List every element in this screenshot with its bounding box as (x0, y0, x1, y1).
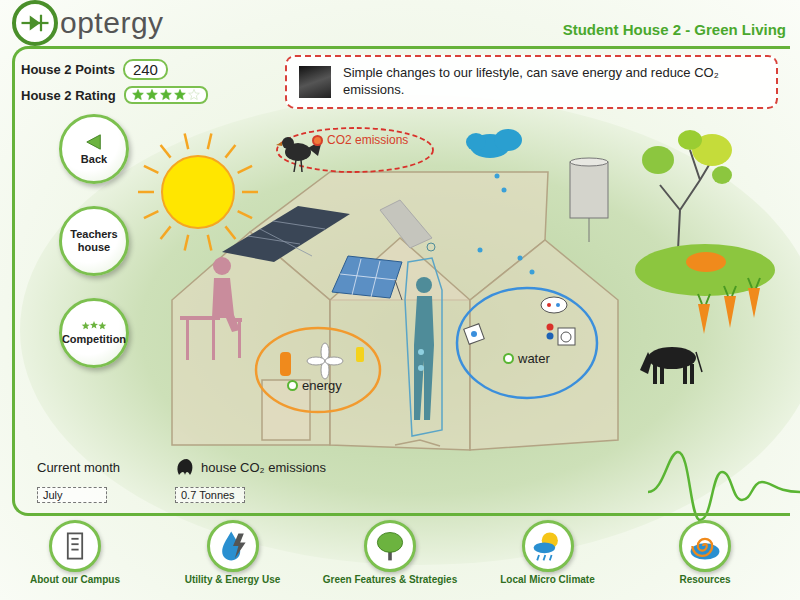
month-label: Current month (37, 457, 175, 477)
shower-photo (299, 66, 331, 98)
page-title: Student House 2 - Green Living (563, 21, 786, 38)
star-icon (188, 89, 200, 101)
content-frame: House 2 Points 240 House 2 Rating Back T… (12, 46, 790, 516)
star-icon (146, 89, 158, 101)
house-outline (172, 172, 618, 450)
water-dot-icon (503, 353, 514, 364)
cow-icon (640, 347, 702, 384)
resources-icon (679, 520, 731, 572)
month-value: July (37, 487, 107, 503)
co2-dot-icon (312, 135, 323, 146)
solar-collector-icon (332, 256, 402, 300)
campus-icon (49, 520, 101, 572)
back-arrow-icon (85, 133, 103, 151)
stars-icon (81, 321, 107, 331)
rating-stars (124, 86, 208, 104)
water-ring (457, 288, 597, 398)
vegetable-garden-icon (635, 244, 775, 334)
water-tank-icon (570, 158, 608, 242)
skylight-icon (380, 200, 432, 248)
tip-message: Simple changes to our lifestyle, can sav… (285, 55, 778, 109)
house-button[interactable]: Teachers house (59, 206, 129, 276)
solar-panel-icon (222, 206, 350, 262)
monthly-info: Current month house CO₂ emissions July 0… (15, 457, 790, 513)
utility-icon (207, 520, 259, 572)
heater-icon (280, 352, 291, 376)
emissions-label: house CO₂ emissions (175, 457, 326, 477)
climate-icon (522, 520, 574, 572)
points-value: 240 (123, 59, 168, 80)
sun-icon (138, 134, 258, 251)
side-nav: Back Teachers house Competition (21, 114, 215, 368)
co2-label[interactable]: CO2 emissions (312, 133, 408, 147)
shower-person-icon (414, 243, 435, 420)
star-icon (160, 89, 172, 101)
appliance-icons (464, 297, 575, 345)
grass-field (20, 95, 800, 565)
green-living-screen: CO2 emissions energy water optergy Stude… (0, 0, 800, 600)
rain-cloud-icon (466, 129, 535, 275)
co2-ring (277, 128, 433, 172)
wave-decoration (648, 452, 800, 520)
energy-label[interactable]: energy (287, 378, 342, 393)
campus-nav-item[interactable]: About our Campus (0, 520, 150, 600)
points-row: House 2 Points 240 (21, 59, 215, 80)
utility-nav-item[interactable]: Utility & Energy Use (158, 520, 308, 600)
green-nav-item[interactable]: Green Features & Strategies (315, 520, 465, 600)
tree-icon (642, 130, 732, 250)
star-icon (174, 89, 186, 101)
logo[interactable]: optergy (12, 0, 164, 46)
energy-dot-icon (287, 380, 298, 391)
climate-nav-item[interactable]: Local Micro Climate (473, 520, 623, 600)
water-label[interactable]: water (503, 351, 550, 366)
emissions-value: 0.7 Tonnes (175, 487, 245, 503)
header: optergy Student House 2 - Green Living (0, 0, 800, 46)
bulb-icon (356, 347, 364, 362)
bottom-nav: About our Campus Utility & Energy Use Gr… (0, 516, 800, 600)
sidebar: House 2 Points 240 House 2 Rating Back T… (15, 49, 215, 457)
energy-ring (256, 328, 380, 412)
shower-frame (405, 258, 442, 436)
star-icon (132, 89, 144, 101)
green-icon (364, 520, 416, 572)
back-button[interactable]: Back (59, 114, 129, 184)
person-at-desk-icon (180, 257, 242, 360)
fan-icon (307, 343, 343, 379)
resources-nav-item[interactable]: Resources (630, 520, 780, 600)
co2-leaf-icon (175, 457, 195, 477)
rating-row: House 2 Rating (21, 86, 215, 104)
bird-icon (276, 137, 322, 172)
diode-logo-icon (12, 0, 58, 46)
competition-button[interactable]: Competition (59, 298, 129, 368)
